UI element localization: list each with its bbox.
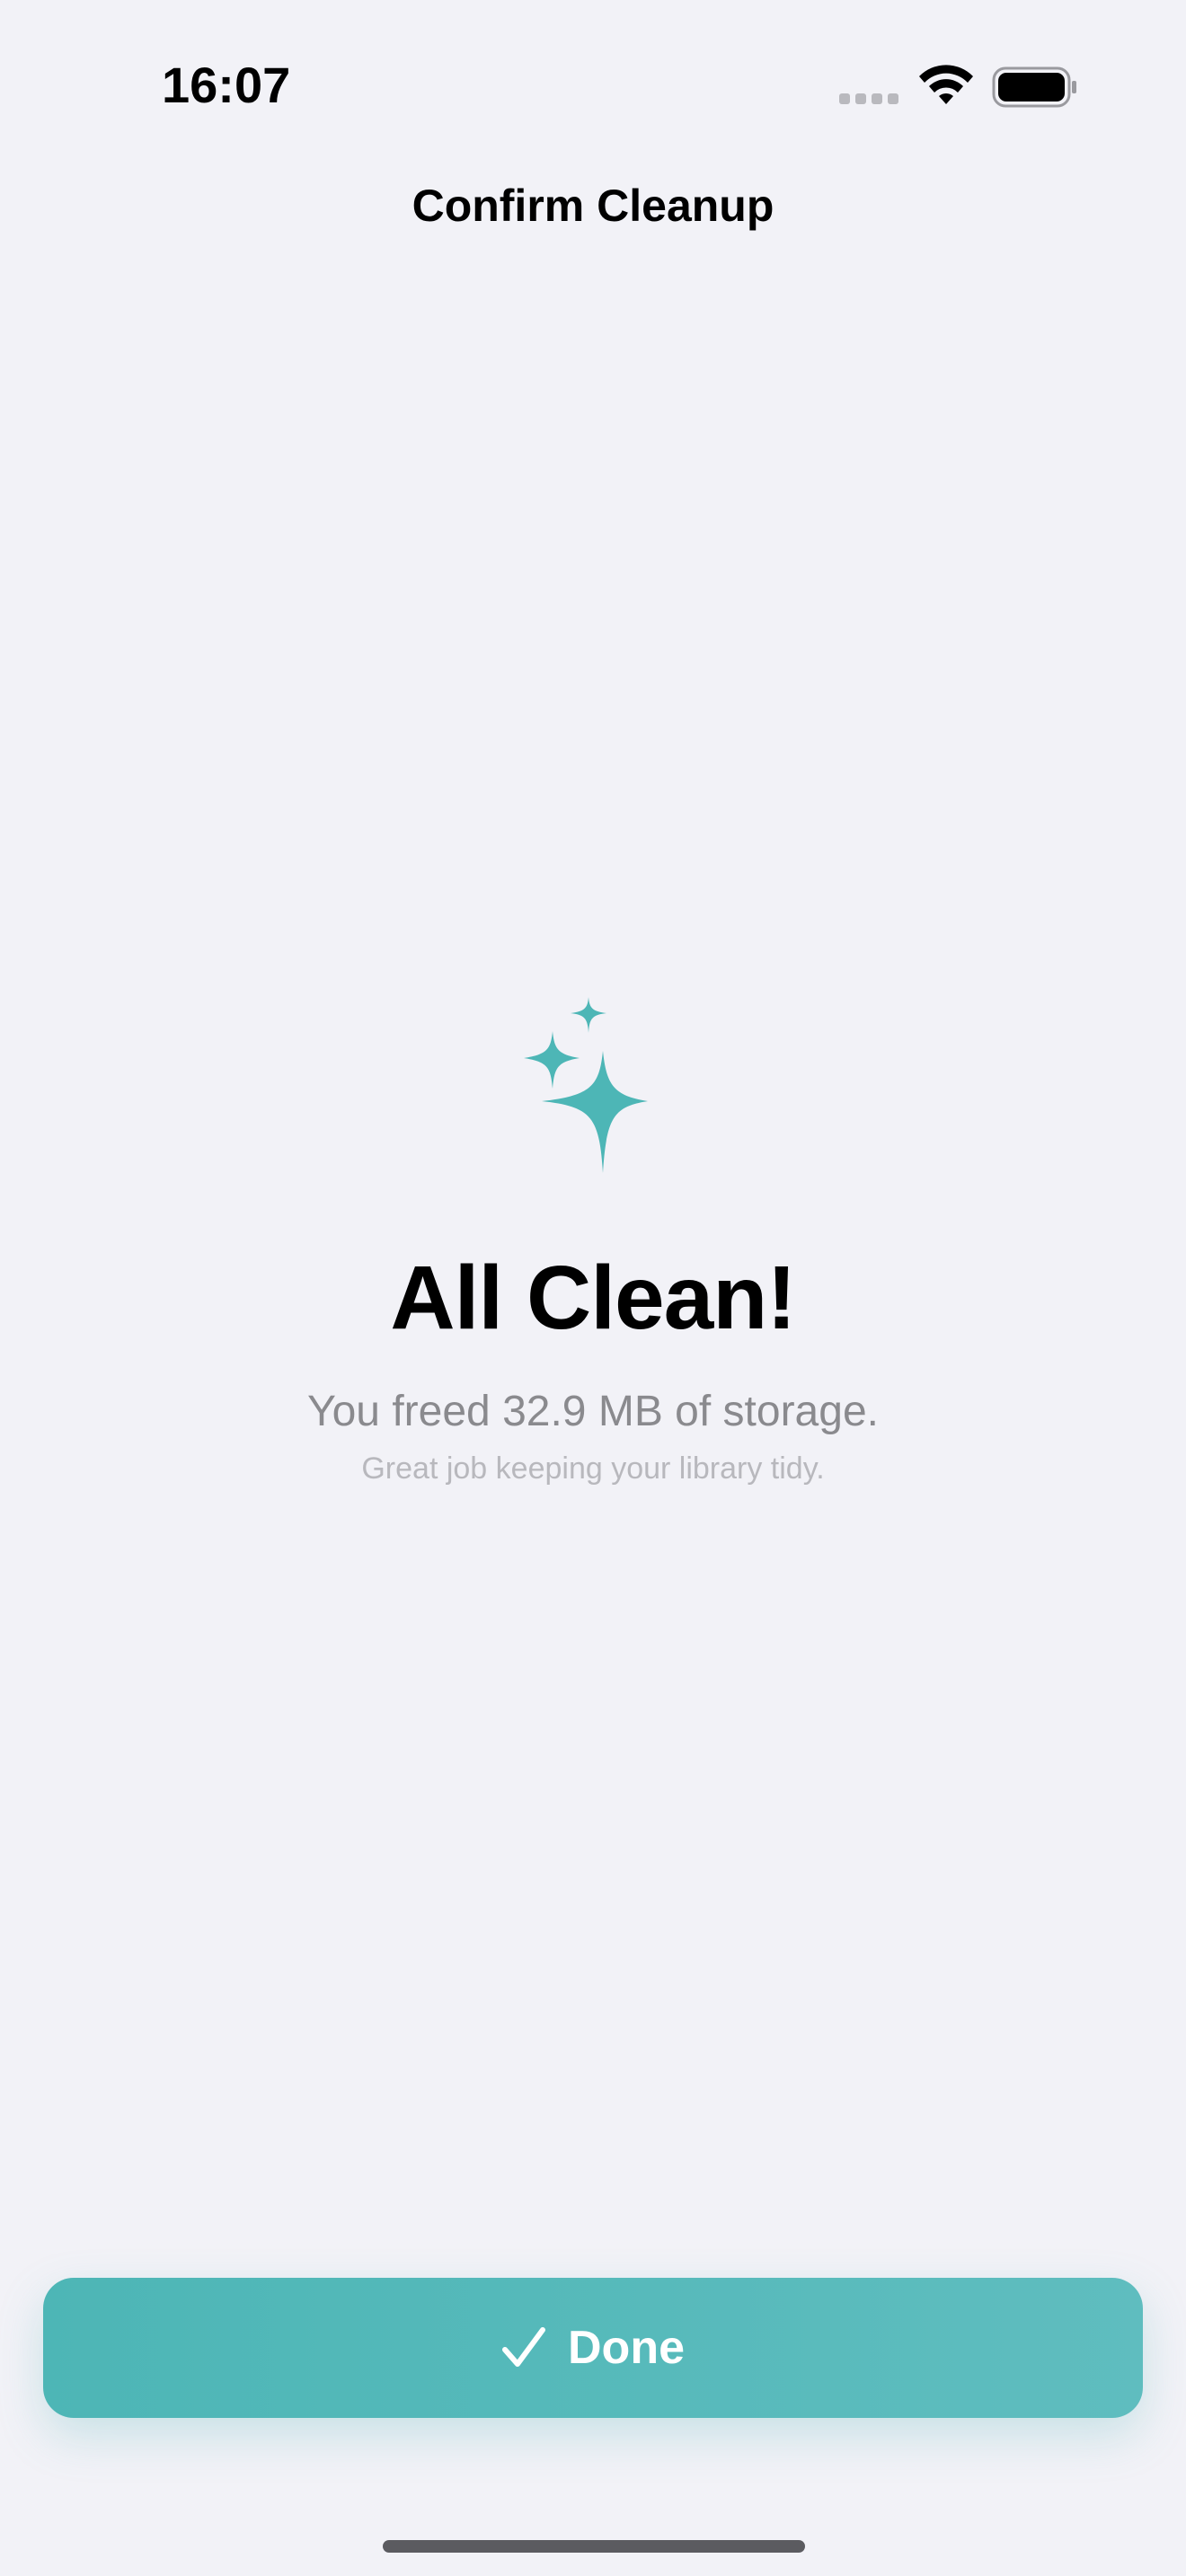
home-indicator[interactable] [383, 2540, 805, 2553]
freed-storage-text: You freed 32.9 MB of storage. [307, 1388, 879, 1435]
wifi-icon [919, 65, 973, 104]
done-button[interactable]: Done [43, 2278, 1143, 2418]
page-title: Confirm Cleanup [412, 181, 774, 231]
battery-icon [992, 66, 1076, 108]
cellular-signal-icon [839, 93, 898, 104]
encouragement-text: Great job keeping your library tidy. [361, 1451, 825, 1486]
status-time: 16:07 [162, 57, 291, 113]
done-button-label: Done [568, 2322, 685, 2374]
headline: All Clean! [390, 1248, 796, 1348]
checkmark-icon [502, 2327, 545, 2367]
status-bar: 16:07 [0, 0, 1186, 171]
sparkles-icon [524, 997, 648, 1173]
